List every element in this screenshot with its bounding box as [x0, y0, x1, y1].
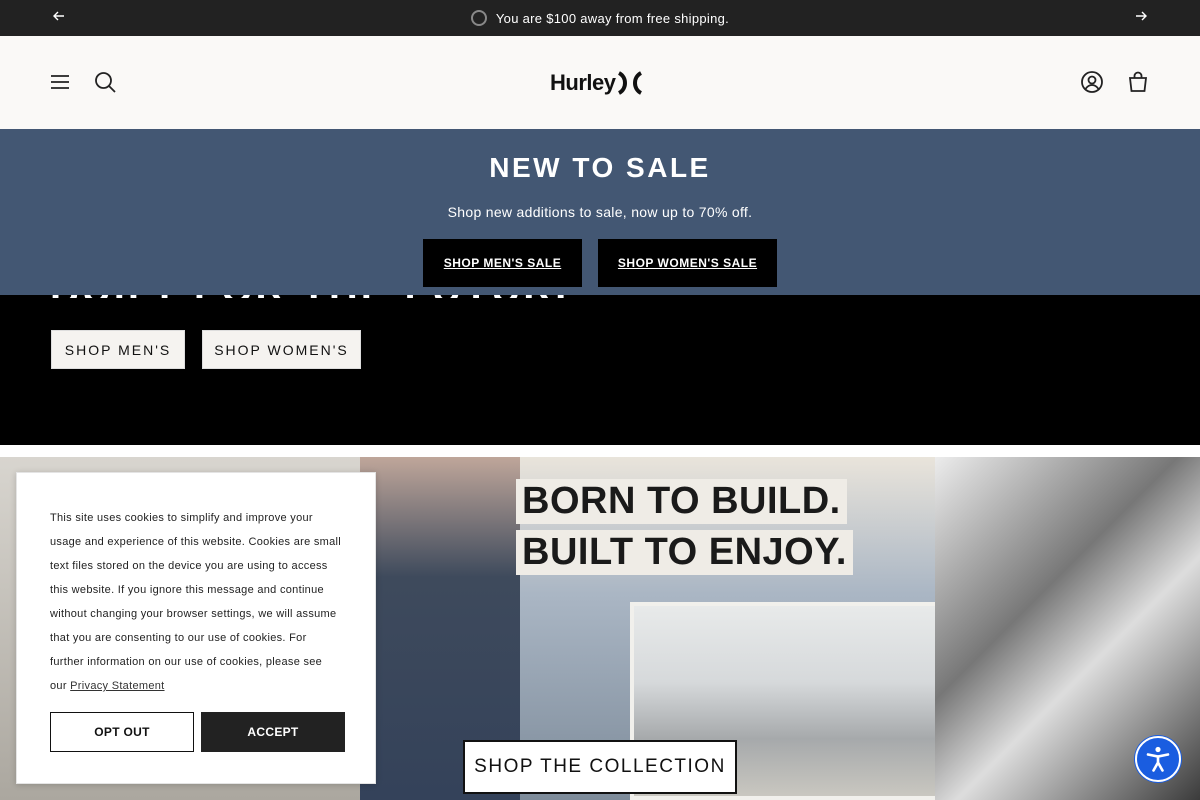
announcement-bar: You are $100 away from free shipping. [0, 0, 1200, 36]
cookie-consent-dialog: This site uses cookies to simplify and i… [16, 472, 376, 784]
accept-button[interactable]: ACCEPT [201, 712, 345, 752]
headline-line-2: BUILT TO ENJOY. [516, 530, 853, 575]
section-divider [0, 445, 1200, 457]
site-header: Hurley [0, 36, 1200, 129]
headline-line-1: BORN TO BUILD. [516, 479, 847, 524]
announcement-text: You are $100 away from free shipping. [495, 10, 730, 26]
sale-subtitle: Shop new additions to sale, now up to 70… [447, 204, 753, 220]
arrow-right-icon[interactable] [1132, 9, 1150, 27]
hurley-mark-icon [618, 71, 643, 95]
opt-out-button[interactable]: OPT OUT [50, 712, 194, 752]
shop-the-collection-button[interactable]: SHOP THE COLLECTION [463, 740, 737, 794]
brand-logo[interactable]: Hurley [550, 69, 650, 97]
shop-womens-sale-button[interactable]: SHOP WOMEN'S SALE [598, 239, 777, 287]
cart-icon[interactable] [1126, 70, 1150, 94]
privacy-statement-link[interactable]: Privacy Statement [70, 680, 164, 692]
account-icon[interactable] [1080, 70, 1104, 94]
cookie-message: This site uses cookies to simplify and i… [50, 506, 342, 698]
search-icon[interactable] [93, 70, 117, 94]
arrow-left-icon[interactable] [50, 9, 68, 27]
sale-title: NEW TO SALE [489, 152, 711, 183]
shop-mens-sale-button[interactable]: SHOP MEN'S SALE [423, 239, 582, 287]
sale-banner: NEW TO SALE Shop new additions to sale, … [0, 129, 1200, 295]
shipping-progress-icon [470, 10, 487, 26]
cookie-text: This site uses cookies to simplify and i… [50, 512, 342, 692]
accessibility-icon[interactable] [1135, 736, 1181, 782]
logo-text: Hurley [550, 70, 616, 95]
shop-womens-button[interactable]: SHOP WOMEN'S [202, 330, 361, 369]
menu-icon[interactable] [48, 70, 72, 94]
shop-mens-button[interactable]: SHOP MEN'S [51, 330, 185, 369]
collection-headline: BORN TO BUILD. BUILT TO ENJOY. [516, 479, 906, 581]
